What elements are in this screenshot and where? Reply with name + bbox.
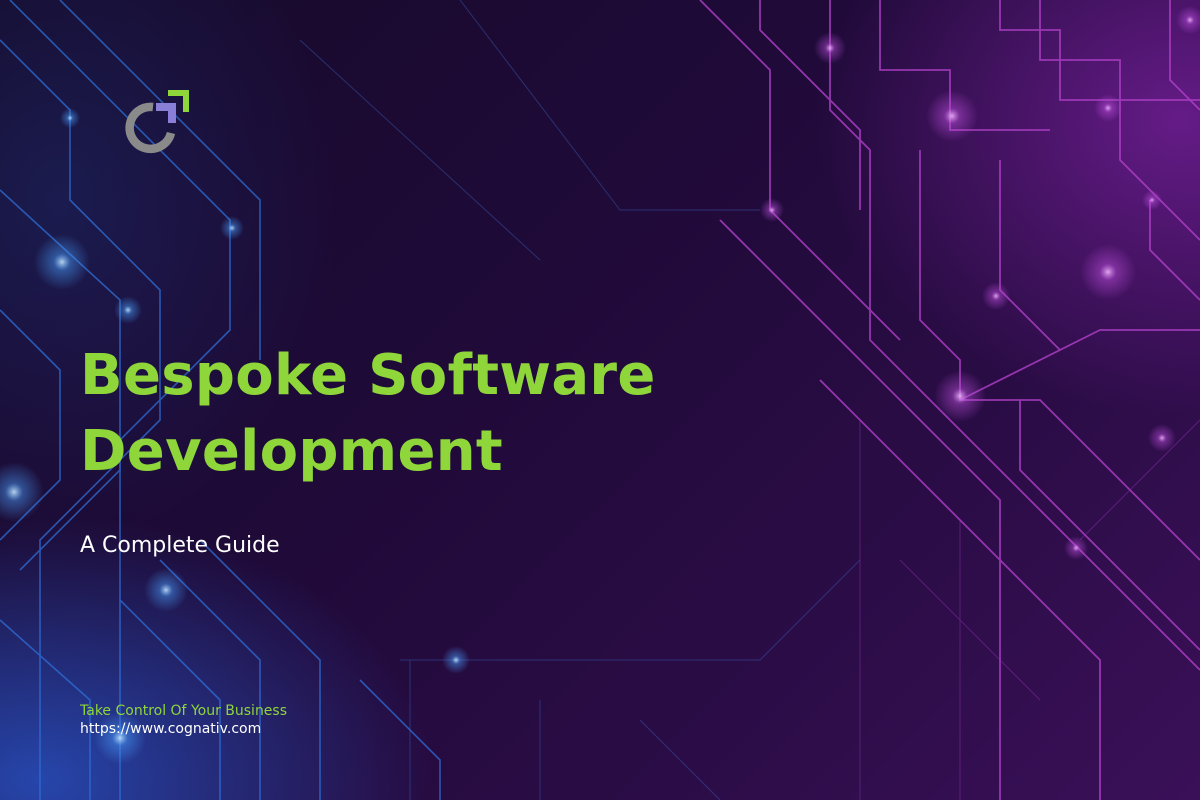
tagline: Take Control Of Your Business [80,703,288,719]
hero-banner: Bespoke Software Development A Complete … [0,0,1200,800]
page-title: Bespoke Software Development [80,338,656,490]
website-link[interactable]: https://www.cognativ.com [80,720,261,738]
title-line-1: Bespoke Software [80,343,656,408]
title-line-2: Development [80,419,503,485]
cognativ-logo-icon [125,90,189,154]
subtitle: A Complete Guide [80,533,280,558]
